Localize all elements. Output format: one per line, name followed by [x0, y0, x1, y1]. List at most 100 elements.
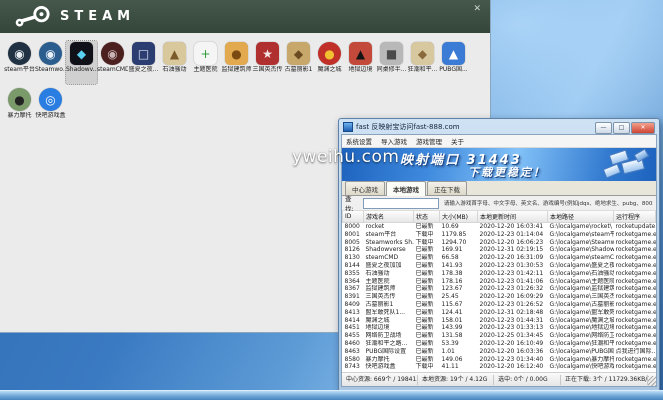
table-cell: 8364 — [343, 278, 364, 286]
table-cell: rocketgame.exe — [614, 363, 656, 371]
desktop-shortcut[interactable]: ◆古墓丽影1 — [283, 41, 314, 84]
column-header[interactable]: 游戏名 — [364, 211, 414, 223]
table-row[interactable]: 8580暴力摩托已最新149.062020-12-23 01:34:40G:\l… — [343, 356, 656, 364]
menu-item[interactable]: 关于 — [451, 136, 464, 146]
menu-item[interactable]: 系统设置 — [346, 136, 372, 146]
shadowverse-icon: ◆ — [70, 42, 93, 65]
minimize-button[interactable]: — — [595, 122, 612, 134]
search-input[interactable] — [363, 198, 439, 209]
menu-item[interactable]: 导入游戏 — [381, 136, 407, 146]
column-header[interactable]: 状态 — [414, 211, 440, 223]
table-cell: 下载中 — [414, 231, 440, 239]
shortcut-label: 快吧游戏盒 — [35, 112, 66, 120]
table-cell: 暴力摩托 — [364, 356, 414, 364]
table-row[interactable]: 8455网络防卫战场已最新131.582020-12-25 01:34:45G:… — [343, 332, 656, 340]
column-header[interactable]: ID — [343, 211, 364, 223]
desktop-shortcut[interactable]: ●暴力摩托 — [4, 87, 35, 130]
table-cell: 8580 — [343, 356, 364, 364]
table-cell: 8743 — [343, 363, 364, 371]
shortcut-label: 主题医院 — [190, 66, 221, 74]
table-cell: steam平台 — [364, 231, 414, 239]
table-row[interactable]: 8355石油骚动已最新178.382020-12-23 01:42:11G:\l… — [343, 270, 656, 278]
table-cell: 盟军敢死队1... — [364, 309, 414, 317]
desktop-shortcut[interactable]: ▲PUBG国... — [438, 41, 469, 84]
column-header[interactable]: 大小(MB) — [440, 211, 478, 223]
menu-item[interactable]: 游戏管理 — [416, 136, 442, 146]
tab-本地游戏[interactable]: 本地游戏 — [386, 181, 426, 196]
desktop-shortcut[interactable]: ■同桌修半... — [376, 41, 407, 84]
taskbar[interactable] — [0, 390, 663, 400]
steam-titlebar[interactable]: STEAM ✕ — [0, 0, 490, 33]
desktop-shortcut[interactable]: ◉Steamwo... — [35, 41, 66, 84]
close-icon[interactable]: ✕ — [473, 5, 481, 14]
table-cell: 2020-12-20 16:31:09 — [478, 254, 548, 262]
shortcut-label: 地狱边境 — [345, 66, 376, 74]
close-button[interactable]: ✕ — [631, 122, 655, 134]
search-label: 查找: — [345, 193, 360, 213]
resize-grip[interactable] — [648, 376, 656, 386]
table-row[interactable]: 8463PUBG国际设置已最新1.012020-12-20 16:03:36G:… — [343, 348, 656, 356]
table-cell: G:\localgame\古墓丽影1\ — [548, 301, 614, 309]
desktop-shortcut[interactable]: ◎快吧游戏盒 — [35, 87, 66, 130]
gray-game-icon: ■ — [380, 42, 403, 65]
table-header-row[interactable]: ID游戏名状态大小(MB)本地更新时间本地路径运行程序 — [343, 211, 656, 223]
table-row[interactable]: 8414魔渊之城已最新158.012020-12-23 01:44:31G:\l… — [343, 317, 656, 325]
table-cell: rocketgame.exe — [614, 293, 656, 301]
table-row[interactable]: 8005Steamworks Sh...下载中1294.702020-12-20… — [343, 239, 656, 247]
beige-game-icon: ◆ — [411, 42, 434, 65]
table-cell: 2020-12-23 01:34:40 — [478, 356, 548, 364]
table-row[interactable]: 8413盟军敢死队1...已最新124.412020-12-31 02:18:4… — [343, 309, 656, 317]
table-cell: 1179.85 — [440, 231, 478, 239]
fast-titlebar[interactable]: fast 反映射宝访问fast-888.com — □ ✕ — [341, 120, 657, 134]
table-cell: 已最新 — [414, 340, 440, 348]
table-cell: 石油骚动 — [364, 270, 414, 278]
table-cell: rocketgame.exe — [614, 317, 656, 325]
tab-正在下载[interactable]: 正在下载 — [427, 181, 467, 195]
shortcut-label: Steamwo... — [35, 66, 66, 74]
column-header[interactable]: 本地更新时间 — [478, 211, 548, 223]
table-row[interactable]: 8409古墓丽影1已最新115.672020-12-23 01:26:52G:\… — [343, 301, 656, 309]
table-row[interactable]: 8364主题医院已最新178.162020-12-23 01:41:06G:\l… — [343, 278, 656, 286]
table-body: 8000rocket已最新10.692020-12-20 16:03:41G:\… — [343, 223, 656, 372]
desktop-shortcut[interactable]: ★三国英杰传 — [252, 41, 283, 84]
shortcut-label: PUBG国... — [438, 66, 469, 74]
table-row[interactable]: 8451地狱边境已最新143.992020-12-23 01:33:13G:\l… — [343, 324, 656, 332]
table-row[interactable]: 8130steamCMD已最新66.582020-12-20 16:31:09G… — [343, 254, 656, 262]
table-cell: 8455 — [343, 332, 364, 340]
table-row[interactable]: 8001steam平台下载中1179.852020-12-23 01:14:04… — [343, 231, 656, 239]
desktop-shortcut[interactable]: ●魔渊之城 — [314, 41, 345, 84]
table-row[interactable]: 8144盛夏之夜加加已最新141.932020-12-23 01:30:53G:… — [343, 262, 656, 270]
table-cell: 8355 — [343, 270, 364, 278]
desktop-shortcut[interactable]: ◉steam平台 — [4, 41, 35, 84]
table-row[interactable]: 8391三国英杰传已最新25.452020-12-20 16:09:29G:\l… — [343, 293, 656, 301]
status-section: 中心资源: 669个 / 19841.86G — [342, 375, 418, 385]
desktop-shortcut[interactable]: ◆狂潮和平... — [407, 41, 438, 84]
table-row[interactable]: 8460狂潮和平之路...已最新53.392020-12-20 16:10:49… — [343, 340, 656, 348]
table-cell: PUBG国际设置 — [364, 348, 414, 356]
table-cell: 169.91 — [440, 246, 478, 254]
desktop-shortcut[interactable]: ▲石油骚动 — [159, 41, 190, 84]
desktop-shortcut[interactable]: ▲地狱边境 — [345, 41, 376, 84]
desktop-shortcut[interactable]: ◉steamCMD — [97, 41, 128, 84]
table-cell: 53.39 — [440, 340, 478, 348]
desktop-shortcut[interactable]: ◆Shadowv... — [66, 41, 97, 84]
table-cell: G:\localgame\快吧游戏盒\ — [548, 363, 614, 371]
desktop-shortcut[interactable]: ●监狱建筑师 — [221, 41, 252, 84]
desktop-shortcut[interactable]: □盛夏之夜... — [128, 41, 159, 84]
table-cell: 141.93 — [440, 262, 478, 270]
column-header[interactable]: 运行程序 — [614, 211, 656, 223]
shortcut-label: Shadowv... — [66, 66, 97, 74]
table-cell: 1.01 — [440, 348, 478, 356]
maximize-button[interactable]: □ — [613, 122, 630, 134]
column-header[interactable]: 本地路径 — [548, 211, 614, 223]
tomb-raider-icon: ◆ — [287, 42, 310, 65]
table-cell: rocketgame.exe — [614, 309, 656, 317]
table-cell: 已最新 — [414, 293, 440, 301]
table-row[interactable]: 8743快吧游戏盒下载中41.112020-12-20 16:12:40G:\l… — [343, 363, 656, 371]
table-row[interactable]: 8000rocket已最新10.692020-12-20 16:03:41G:\… — [343, 223, 656, 231]
table-cell: 快吧游戏盒 — [364, 363, 414, 371]
table-row[interactable]: 8367监狱建筑师已最新123.672020-12-23 01:26:32G:\… — [343, 285, 656, 293]
desktop-shortcut[interactable]: +主题医院 — [190, 41, 221, 84]
table-cell: 115.67 — [440, 301, 478, 309]
table-row[interactable]: 8126Shadowverse已最新169.912020-12-31 02:19… — [343, 246, 656, 254]
